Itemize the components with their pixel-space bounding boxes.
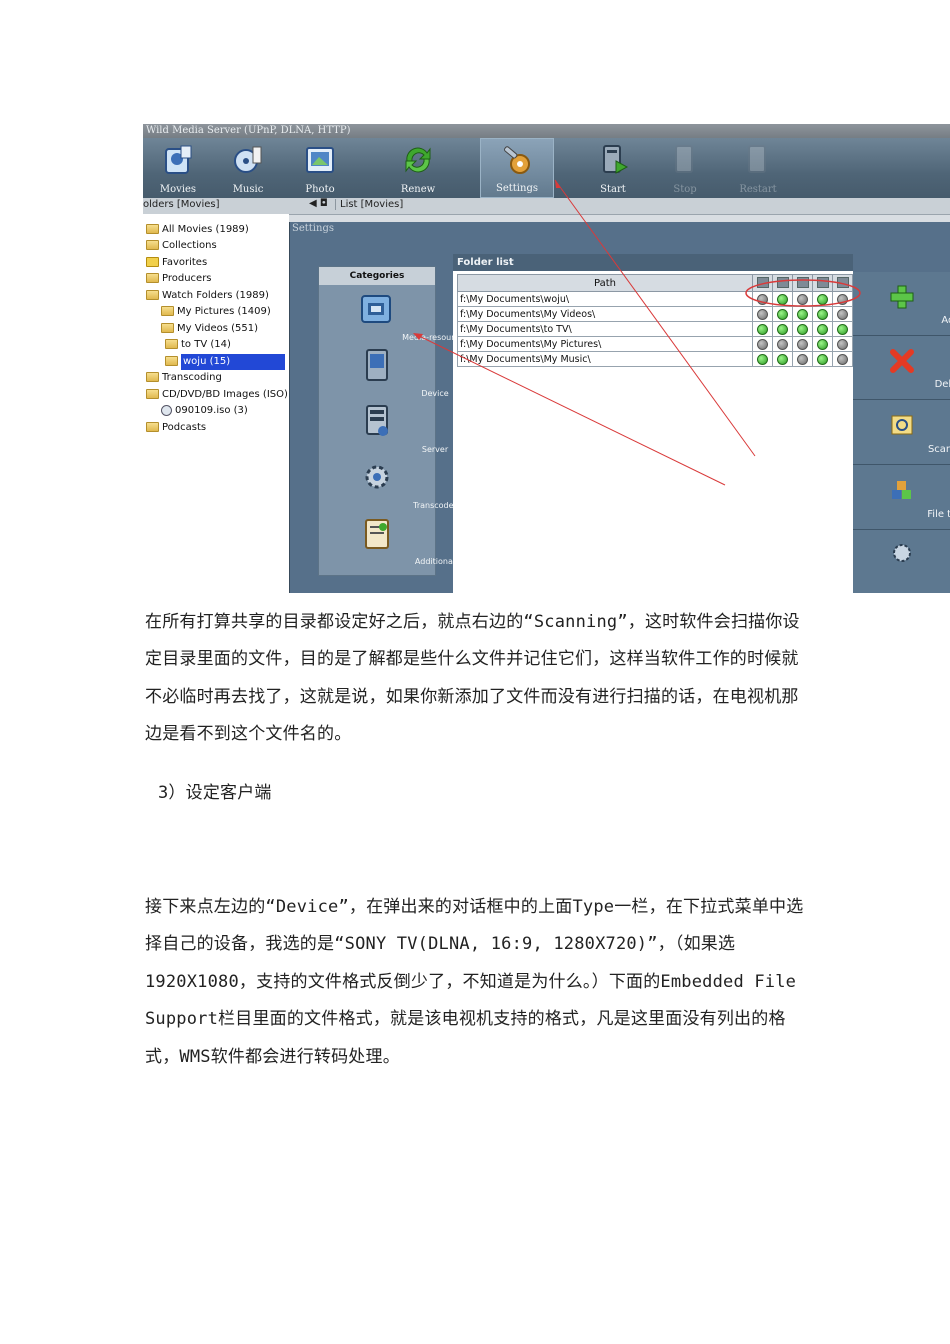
app-screenshot: Wild Media Server (UPnP, DLNA, HTTP) Mov…	[143, 124, 950, 593]
annotation-overlay	[413, 179, 861, 486]
paragraph-scanning: 在所有打算共享的目录都设定好之后，就点右边的“Scanning”，这时软件会扫描…	[145, 612, 800, 745]
annotation-arrow-media	[414, 333, 726, 486]
annotation-arrowhead	[413, 333, 423, 340]
section-heading: 3）设定客户端	[158, 783, 272, 803]
annotation-circle	[745, 279, 861, 307]
paragraph-device: 接下来点左边的“Device”，在弹出来的对话框中的上面Type一栏，在下拉式菜…	[145, 897, 804, 1067]
annotation-arrow-settings	[554, 179, 756, 457]
